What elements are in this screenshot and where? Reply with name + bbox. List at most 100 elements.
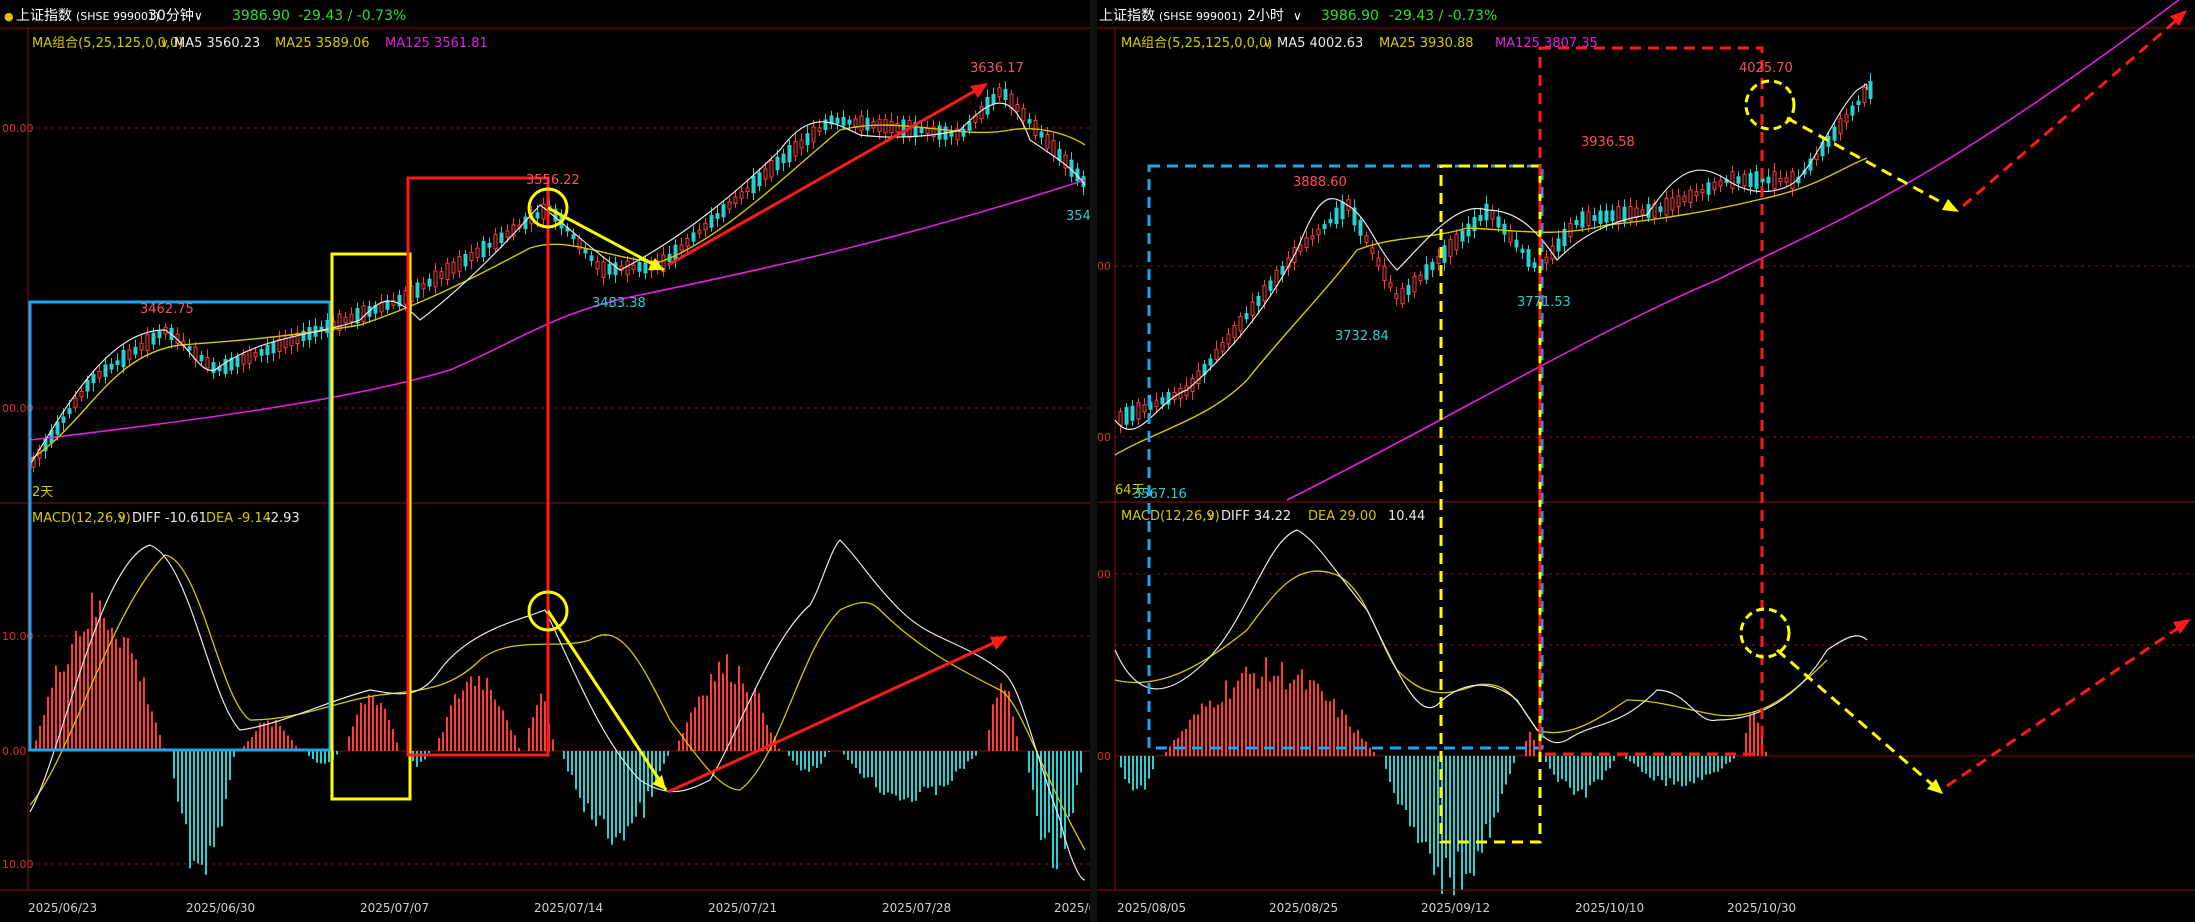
right-red-dashed-box [1538,46,1764,756]
right-macd-dropdown-icon[interactable]: ∨ [1207,509,1216,523]
right-ma-dropdown-icon[interactable]: ∨ [1263,36,1272,50]
candle [1634,207,1639,218]
left-chart-svg[interactable]: ● 上证指数 (SHSE 999001) 30分钟 ∨ 3986.90 -29.… [0,0,1090,922]
right-cyan-dashed-box [1147,164,1544,750]
left-macd-header[interactable]: MACD(12,26,9) [32,511,131,526]
candle [1520,248,1525,253]
left-period[interactable]: 30分钟 [148,7,194,24]
candle [1316,228,1321,236]
left-red-arrow-1 [667,86,981,267]
candle [895,122,900,133]
right-macd-circle [1739,607,1791,659]
candle [1544,256,1549,264]
left-yellow-box [330,252,412,801]
candle [853,118,858,128]
candle [835,117,840,124]
candle [1136,402,1141,420]
candle [1250,301,1255,316]
candle [1003,88,1008,101]
candle [1784,177,1789,183]
candle [265,344,270,356]
candle [421,283,426,290]
left-chart-panel[interactable]: ● 上证指数 (SHSE 999001) 30分钟 ∨ 3986.90 -29.… [0,0,1090,922]
candle [1490,209,1495,220]
candle [1364,235,1369,243]
candle [415,282,420,298]
candle [1484,203,1489,221]
candle [499,232,504,244]
candle [1334,207,1339,225]
right-chart-svg[interactable]: 上证指数 (SHSE 999001) 2小时 ∨ 3986.90 -29.43 … [1097,0,2195,922]
right-period-dropdown-icon[interactable]: ∨ [1293,9,1302,23]
candle [739,191,744,199]
right-macd-header[interactable]: MACD(12,26,9) [1121,509,1220,524]
right-chart-panel[interactable]: 上证指数 (SHSE 999001) 2小时 ∨ 3986.90 -29.43 … [1097,0,2195,922]
candle [967,121,972,131]
candle [1033,119,1038,137]
candle [1382,265,1387,282]
right-period[interactable]: 2小时 [1247,8,1284,24]
right-ma-header[interactable]: MA组合(5,25,125,0,0,0) [1121,36,1272,51]
candle [709,214,714,228]
candle [799,139,804,149]
candle [235,356,240,368]
candle [1045,134,1050,149]
candle [463,253,468,267]
candle [1682,195,1687,203]
right-diff-line [1114,529,1868,744]
right-label-3567: 3567.16 [1133,487,1187,502]
candle [1424,264,1429,280]
candle [1238,316,1243,332]
left-ma5-line [29,102,1086,466]
candle [1736,176,1741,184]
candle [1664,197,1669,216]
left-red-box [406,176,550,757]
left-macd-val: -2.93 [266,511,300,526]
candle [583,248,588,254]
candle [607,264,612,275]
candle [1466,223,1471,237]
candle [997,87,1002,98]
left-period-dropdown-icon[interactable]: ∨ [194,9,203,23]
candle [1256,295,1261,306]
right-price-tick-1: 00 [1097,260,1111,273]
right-macd-tick-2: 00 [1097,750,1111,763]
candle [1868,81,1873,99]
right-price-tick-2: 00 [1097,431,1111,444]
candle [1154,399,1159,408]
left-ma-dropdown-icon[interactable]: ∨ [160,36,169,50]
candle [1358,219,1363,236]
candle [1400,287,1405,305]
candle [817,127,822,132]
right-code: (SHSE 999001) [1159,10,1242,23]
right-yellow-arrow-2 [1776,648,1936,789]
candle [283,337,288,349]
left-dea: DEA -9.14 [206,511,271,526]
candle [961,128,966,137]
candle [1208,358,1213,366]
candle [385,300,390,310]
candle [1310,235,1315,240]
left-diff-line [29,539,1086,881]
candle [361,305,366,322]
candle [1676,195,1681,208]
candle [811,126,816,143]
candle [1430,261,1435,271]
candle [1508,230,1513,243]
candle [841,117,846,126]
candle [1754,171,1759,189]
left-macd-tick-2: 0.00 [2,745,27,758]
candle [349,313,354,322]
candle [451,261,456,274]
candle [1688,189,1693,204]
candle [613,262,618,276]
candle [715,213,720,219]
candle [757,172,762,187]
left-macd-tick-3: 10.00 [2,858,34,871]
candle [1304,237,1309,249]
left-macd-dropdown-icon[interactable]: ∨ [118,511,127,525]
candle [427,278,432,287]
right-red-arrow-1 [1962,16,2180,208]
candle [481,240,486,258]
candle [721,204,726,218]
